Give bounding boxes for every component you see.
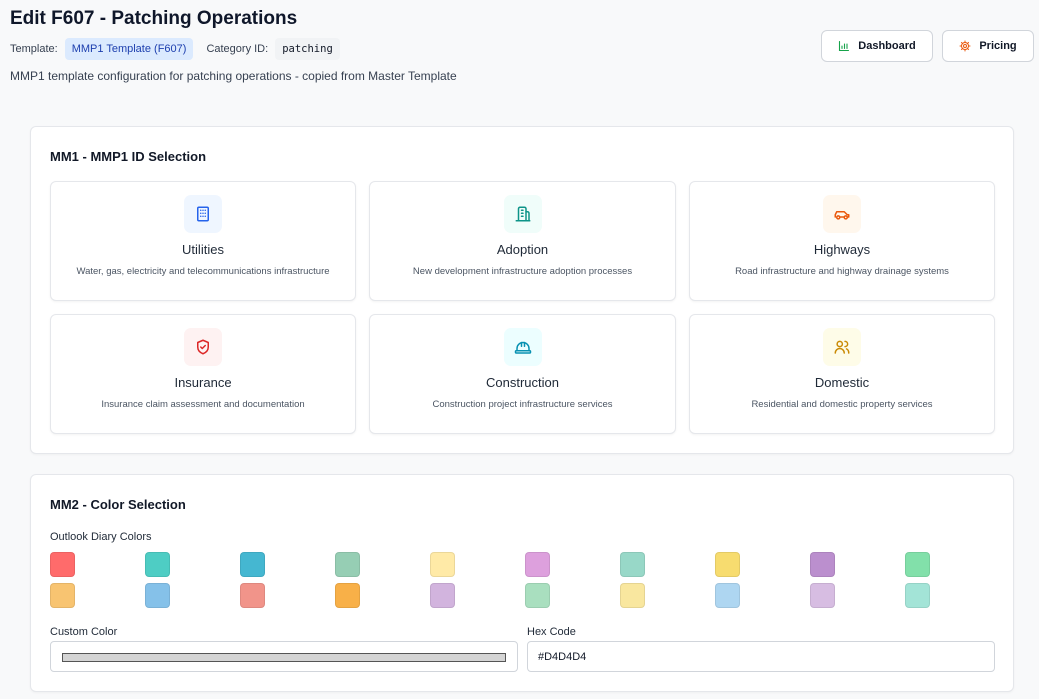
page-subtitle: MMP1 template configuration for patching…: [10, 69, 457, 83]
dashboard-button-label: Dashboard: [858, 40, 916, 52]
option-name: Domestic: [814, 375, 870, 390]
option-utilities[interactable]: Utilities Water, gas, electricity and te…: [50, 181, 356, 301]
users-icon: [823, 328, 861, 366]
color-swatch[interactable]: [430, 552, 455, 577]
mm1-card: MM1 - MMP1 ID Selection Utilities Water,…: [30, 126, 1014, 454]
shield-check-icon: [184, 328, 222, 366]
category-badge: patching: [275, 38, 340, 60]
hex-code-input[interactable]: [527, 641, 995, 672]
mm2-title: MM2 - Color Selection: [50, 497, 186, 512]
option-insurance[interactable]: Insurance Insurance claim assessment and…: [50, 314, 356, 434]
pricing-button[interactable]: Pricing: [942, 30, 1034, 62]
mm2-card: MM2 - Color Selection Outlook Diary Colo…: [30, 474, 1014, 692]
color-swatch[interactable]: [145, 583, 170, 608]
color-swatch[interactable]: [50, 552, 75, 577]
car-icon: [823, 195, 861, 233]
hex-code-label: Hex Code: [527, 626, 576, 638]
option-name: Insurance: [174, 375, 232, 390]
color-swatch[interactable]: [335, 583, 360, 608]
option-description: Construction project infrastructure serv…: [432, 399, 613, 410]
option-description: Road infrastructure and highway drainage…: [735, 266, 949, 277]
color-swatch[interactable]: [905, 583, 930, 608]
bar-chart-icon: [838, 40, 850, 52]
category-label: Category ID:: [206, 43, 269, 55]
page-title: Edit F607 - Patching Operations: [10, 8, 298, 29]
option-name: Adoption: [496, 242, 549, 257]
color-swatch[interactable]: [525, 552, 550, 577]
color-swatch[interactable]: [810, 552, 835, 577]
color-swatch[interactable]: [620, 583, 645, 608]
buildings-icon: [503, 195, 542, 233]
option-name: Utilities: [182, 242, 224, 257]
option-name: Highways: [813, 242, 871, 257]
color-swatch[interactable]: [240, 583, 265, 608]
template-label: Template:: [10, 43, 58, 55]
color-swatch[interactable]: [810, 583, 835, 608]
dashboard-button[interactable]: Dashboard: [821, 30, 933, 62]
template-meta: Template: MMP1 Template (F607) Category …: [10, 38, 340, 60]
color-swatches: [50, 552, 930, 608]
option-description: Insurance claim assessment and documenta…: [101, 399, 305, 410]
color-swatch[interactable]: [335, 552, 360, 577]
color-preview-bar: [62, 653, 506, 662]
color-swatch[interactable]: [620, 552, 645, 577]
mm1-title: MM1 - MMP1 ID Selection: [50, 149, 207, 164]
option-highways[interactable]: Highways Road infrastructure and highway…: [689, 181, 995, 301]
color-swatch[interactable]: [50, 583, 75, 608]
option-adoption[interactable]: Adoption New development infrastructure …: [369, 181, 676, 301]
option-domestic[interactable]: Domestic Residential and domestic proper…: [689, 314, 995, 434]
color-swatch[interactable]: [430, 583, 455, 608]
outlook-colors-label: Outlook Diary Colors: [50, 531, 152, 543]
option-description: Water, gas, electricity and telecommunic…: [76, 266, 330, 277]
pricing-button-label: Pricing: [979, 40, 1017, 52]
custom-color-picker[interactable]: [50, 641, 518, 672]
mm1-options: Utilities Water, gas, electricity and te…: [50, 181, 995, 434]
option-construction[interactable]: Construction Construction project infras…: [369, 314, 676, 434]
option-name: Construction: [486, 375, 559, 390]
building-icon: [184, 195, 222, 233]
color-swatch[interactable]: [145, 552, 170, 577]
color-swatch[interactable]: [905, 552, 930, 577]
custom-color-label: Custom Color: [50, 626, 118, 638]
color-swatch[interactable]: [715, 552, 740, 577]
option-description: Residential and domestic property servic…: [751, 399, 933, 410]
color-swatch[interactable]: [715, 583, 740, 608]
color-swatch[interactable]: [240, 552, 265, 577]
hard-hat-icon: [503, 328, 542, 366]
gear-icon: [959, 40, 971, 52]
option-description: New development infrastructure adoption …: [412, 266, 633, 277]
color-swatch[interactable]: [525, 583, 550, 608]
template-badge: MMP1 Template (F607): [64, 38, 194, 60]
